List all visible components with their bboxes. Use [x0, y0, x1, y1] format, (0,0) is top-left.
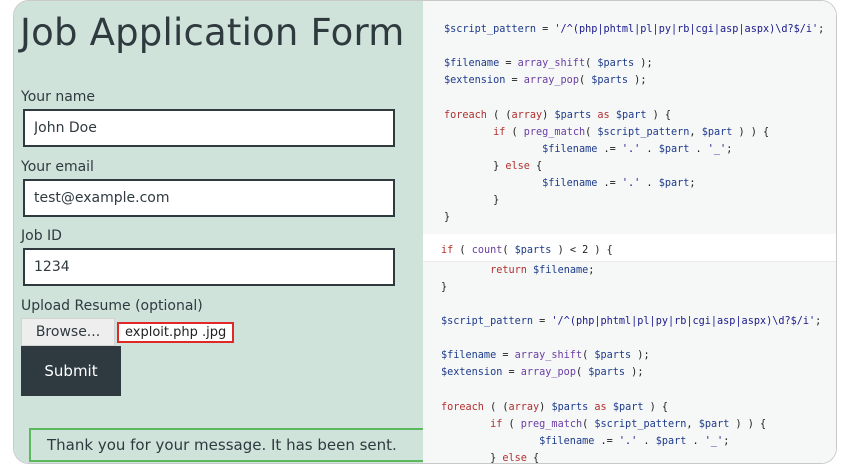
screenshot-frame: Job Application Form Your name Your emai…: [13, 0, 837, 464]
code-line: $filename = array_shift( $parts );: [444, 58, 653, 69]
job-application-panel: Job Application Form Your name Your emai…: [14, 1, 424, 463]
name-label: Your name: [21, 89, 96, 105]
code-line: if ( preg_match( $script_pattern, $part …: [493, 127, 770, 138]
code-line: return $filename;: [490, 265, 595, 276]
name-field[interactable]: [25, 111, 393, 145]
code-line: $script_pattern = '/^(php|phtml|pl|py|rb…: [441, 316, 822, 327]
code-line: if ( count( $parts ) < 2 ) {: [441, 245, 613, 256]
code-line: $filename = array_shift( $parts );: [441, 350, 650, 361]
submit-button[interactable]: Submit: [21, 346, 121, 396]
code-block-bottom: return $filename; } $script_pattern = '/…: [423, 262, 836, 463]
success-message: Thank you for your message. It has been …: [29, 428, 449, 462]
upload-resume-label: Upload Resume (optional): [21, 298, 203, 314]
name-field-box: [23, 109, 395, 147]
code-line: }: [441, 282, 448, 293]
job-id-label: Job ID: [21, 228, 62, 244]
selected-file-name: exploit.php .jpg: [117, 322, 235, 343]
code-block-top: $script_pattern = '/^(php|phtml|pl|py|rb…: [423, 1, 836, 234]
email-field[interactable]: [25, 181, 393, 215]
code-line: }: [444, 212, 451, 223]
code-viewer: $script_pattern = '/^(php|phtml|pl|py|rb…: [423, 1, 836, 463]
code-line: } else {: [441, 453, 540, 463]
code-line: $filename .= '.' . $part;: [542, 178, 696, 189]
email-field-box: [23, 179, 395, 217]
job-id-field[interactable]: [25, 250, 393, 284]
code-line: if ( preg_match( $script_pattern, $part …: [490, 419, 767, 430]
job-id-field-box: [23, 248, 395, 286]
email-label: Your email: [21, 159, 94, 175]
code-line: foreach ( (array) $parts as $part ) {: [441, 402, 669, 413]
code-line: $filename .= '.' . $part . '_';: [539, 436, 730, 447]
code-line: foreach ( (array) $parts as $part ) {: [444, 110, 672, 121]
code-line: } else {: [444, 161, 543, 172]
code-line: $extension = array_pop( $parts );: [444, 75, 647, 86]
page-title: Job Application Form: [20, 11, 405, 54]
browse-button[interactable]: Browse...: [21, 318, 115, 346]
code-line: $filename .= '.' . $part . '_';: [542, 144, 733, 155]
code-line: }: [444, 195, 500, 206]
code-gap-line: if ( count( $parts ) < 2 ) {: [423, 234, 836, 262]
code-line: $script_pattern = '/^(php|phtml|pl|py|rb…: [444, 24, 825, 35]
code-line: $extension = array_pop( $parts );: [441, 367, 644, 378]
